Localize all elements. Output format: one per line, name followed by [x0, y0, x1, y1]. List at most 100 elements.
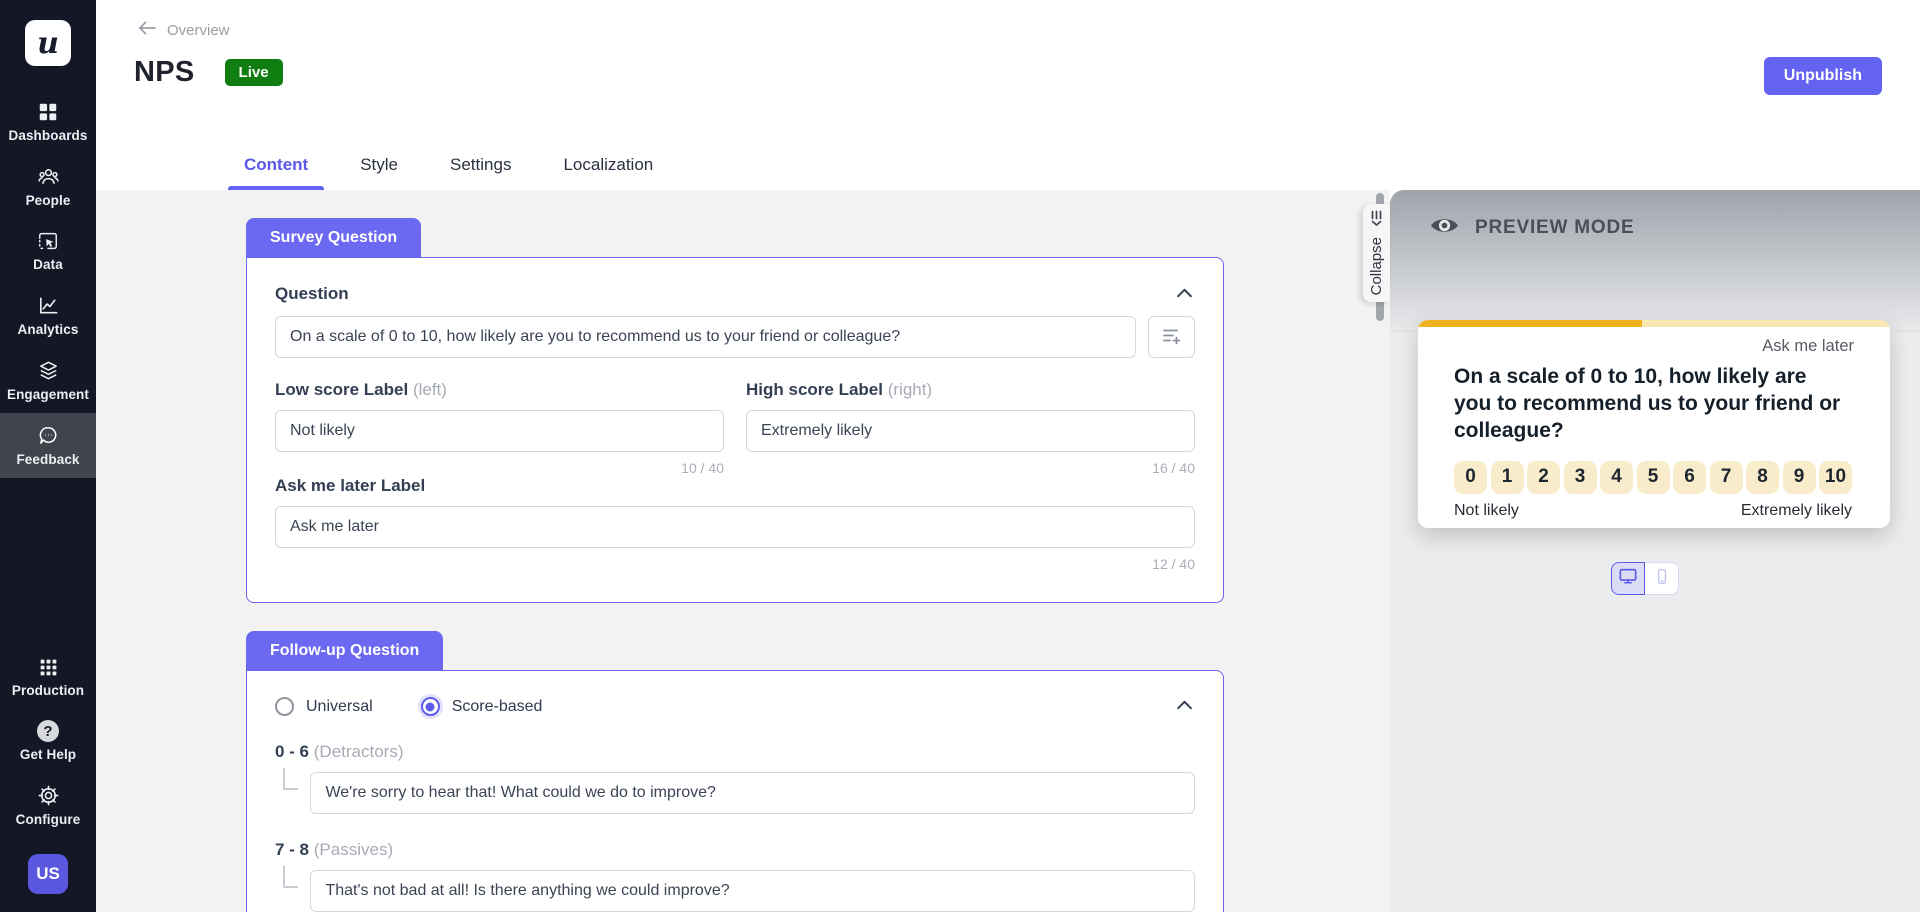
body-row: Survey Question Question [96, 190, 1920, 912]
gear-icon [37, 784, 60, 807]
sidebar-item-production[interactable]: Production [0, 646, 96, 709]
editor-content: Survey Question Question [96, 190, 1390, 912]
preview-mode-label: PREVIEW MODE [1475, 217, 1635, 239]
nps-question-text: On a scale of 0 to 10, how likely are yo… [1454, 364, 1846, 445]
score-chip[interactable]: 10 [1819, 461, 1852, 494]
collapse-preview-tab[interactable]: Collapse [1363, 204, 1390, 302]
score-chip[interactable]: 3 [1564, 461, 1597, 494]
desktop-view-button[interactable] [1611, 562, 1645, 595]
radio-universal[interactable]: Universal [275, 697, 373, 716]
score-chip[interactable]: 5 [1637, 461, 1670, 494]
collapse-section-button[interactable] [1174, 697, 1195, 716]
eye-icon [1430, 216, 1459, 240]
sidebar-item-feedback[interactable]: Feedback [0, 413, 96, 478]
device-toggle [1611, 562, 1679, 595]
dashboards-icon [37, 101, 59, 123]
data-icon [37, 230, 59, 252]
sidebar-item-label: Configure [16, 812, 81, 827]
question-input[interactable] [275, 316, 1136, 358]
score-row: 012345678910 [1454, 461, 1852, 494]
detractors-input[interactable] [310, 772, 1195, 814]
ask-later-counter: 12 / 40 [275, 556, 1195, 572]
nps-preview-card: Ask me later On a scale of 0 to 10, how … [1418, 320, 1890, 528]
sidebar-item-people[interactable]: People [0, 154, 96, 219]
score-chip[interactable]: 4 [1600, 461, 1633, 494]
collapse-label: Collapse [1368, 237, 1385, 295]
followup-question-tab[interactable]: Follow-up Question [246, 631, 443, 671]
high-score-hint: (right) [888, 380, 932, 399]
production-icon [38, 657, 59, 678]
ask-me-later-link[interactable]: Ask me later [1454, 337, 1854, 356]
mobile-view-button[interactable] [1645, 562, 1679, 595]
tab-style[interactable]: Style [360, 155, 398, 190]
sidebar-item-label: Production [12, 683, 84, 698]
sidebar-bottom: Production ? Get Help Configure US [0, 646, 96, 912]
sidebar-item-analytics[interactable]: Analytics [0, 283, 96, 348]
status-badge: Live [225, 59, 283, 86]
detractors-label: 0 - 6 (Detractors) [275, 742, 1195, 762]
analytics-icon [37, 294, 60, 317]
unpublish-button[interactable]: Unpublish [1764, 57, 1882, 95]
radio-universal-label: Universal [306, 698, 373, 716]
tab-localization[interactable]: Localization [563, 155, 653, 190]
radio-score-based[interactable]: Score-based [421, 697, 543, 716]
sidebar-item-label: Dashboards [8, 128, 87, 143]
title-row: NPS Live [96, 40, 1920, 89]
user-avatar[interactable]: US [28, 854, 68, 894]
help-icon: ? [37, 720, 59, 742]
high-score-input[interactable] [746, 410, 1195, 452]
passives-hint: (Passives) [314, 840, 393, 859]
add-list-icon [1161, 326, 1183, 349]
score-chip[interactable]: 8 [1746, 461, 1779, 494]
tree-elbow-icon [283, 866, 298, 888]
score-chip[interactable]: 1 [1491, 461, 1524, 494]
low-score-hint: (left) [413, 380, 447, 399]
ask-later-input[interactable] [275, 506, 1195, 548]
followup-question-card: Universal Score-based [246, 670, 1224, 912]
sidebar-item-label: Analytics [18, 322, 79, 337]
score-chip[interactable]: 0 [1454, 461, 1487, 494]
main-column: Overview NPS Live Unpublish Content Styl… [96, 0, 1920, 912]
score-chip[interactable]: 6 [1673, 461, 1706, 494]
high-score-label: High score Label (right) [746, 380, 1195, 400]
low-score-input[interactable] [275, 410, 724, 452]
preview-header: PREVIEW MODE [1390, 190, 1920, 332]
ask-later-label: Ask me later Label [275, 476, 1195, 496]
back-arrow-icon [138, 20, 157, 40]
monitor-icon [1618, 567, 1638, 590]
sidebar-item-configure[interactable]: Configure [0, 773, 96, 838]
score-chip[interactable]: 7 [1710, 461, 1743, 494]
passives-input[interactable] [310, 870, 1195, 912]
tab-content[interactable]: Content [244, 155, 308, 190]
sidebar-item-label: Engagement [7, 387, 89, 402]
sidebar-item-dashboards[interactable]: Dashboards [0, 90, 96, 154]
page-header: Overview NPS Live Unpublish Content Styl… [96, 0, 1920, 190]
sidebar-item-label: Data [33, 257, 63, 272]
high-score-field: High score Label (right) 16 / 40 [746, 380, 1195, 476]
breadcrumb[interactable]: Overview [96, 0, 230, 40]
low-score-field: Low score Label (left) 10 / 40 [275, 380, 724, 476]
phone-icon [1654, 568, 1670, 590]
sidebar-item-data[interactable]: Data [0, 219, 96, 283]
question-label: Question [275, 284, 349, 304]
breadcrumb-label: Overview [167, 22, 230, 39]
add-to-list-button[interactable] [1148, 316, 1195, 358]
sidebar-item-get-help[interactable]: ? Get Help [0, 709, 96, 773]
tree-elbow-icon [283, 768, 298, 790]
app-logo[interactable]: u [25, 20, 71, 66]
collapse-section-button[interactable] [1174, 285, 1195, 304]
preview-panel: Collapse PREVIEW MODE Ask me later On a … [1390, 190, 1920, 912]
sidebar-item-engagement[interactable]: Engagement [0, 348, 96, 413]
people-icon [37, 165, 60, 188]
survey-question-tab[interactable]: Survey Question [246, 218, 421, 258]
sidebar-item-label: People [26, 193, 71, 208]
tab-settings[interactable]: Settings [450, 155, 511, 190]
low-score-counter: 10 / 40 [275, 460, 724, 476]
score-chip[interactable]: 2 [1527, 461, 1560, 494]
passives-label: 7 - 8 (Passives) [275, 840, 1195, 860]
radio-score-based-label: Score-based [452, 698, 543, 716]
engagement-icon [37, 359, 60, 382]
score-chip[interactable]: 9 [1783, 461, 1816, 494]
sidebar-item-label: Feedback [16, 452, 79, 467]
chevron-up-icon [1176, 699, 1193, 714]
